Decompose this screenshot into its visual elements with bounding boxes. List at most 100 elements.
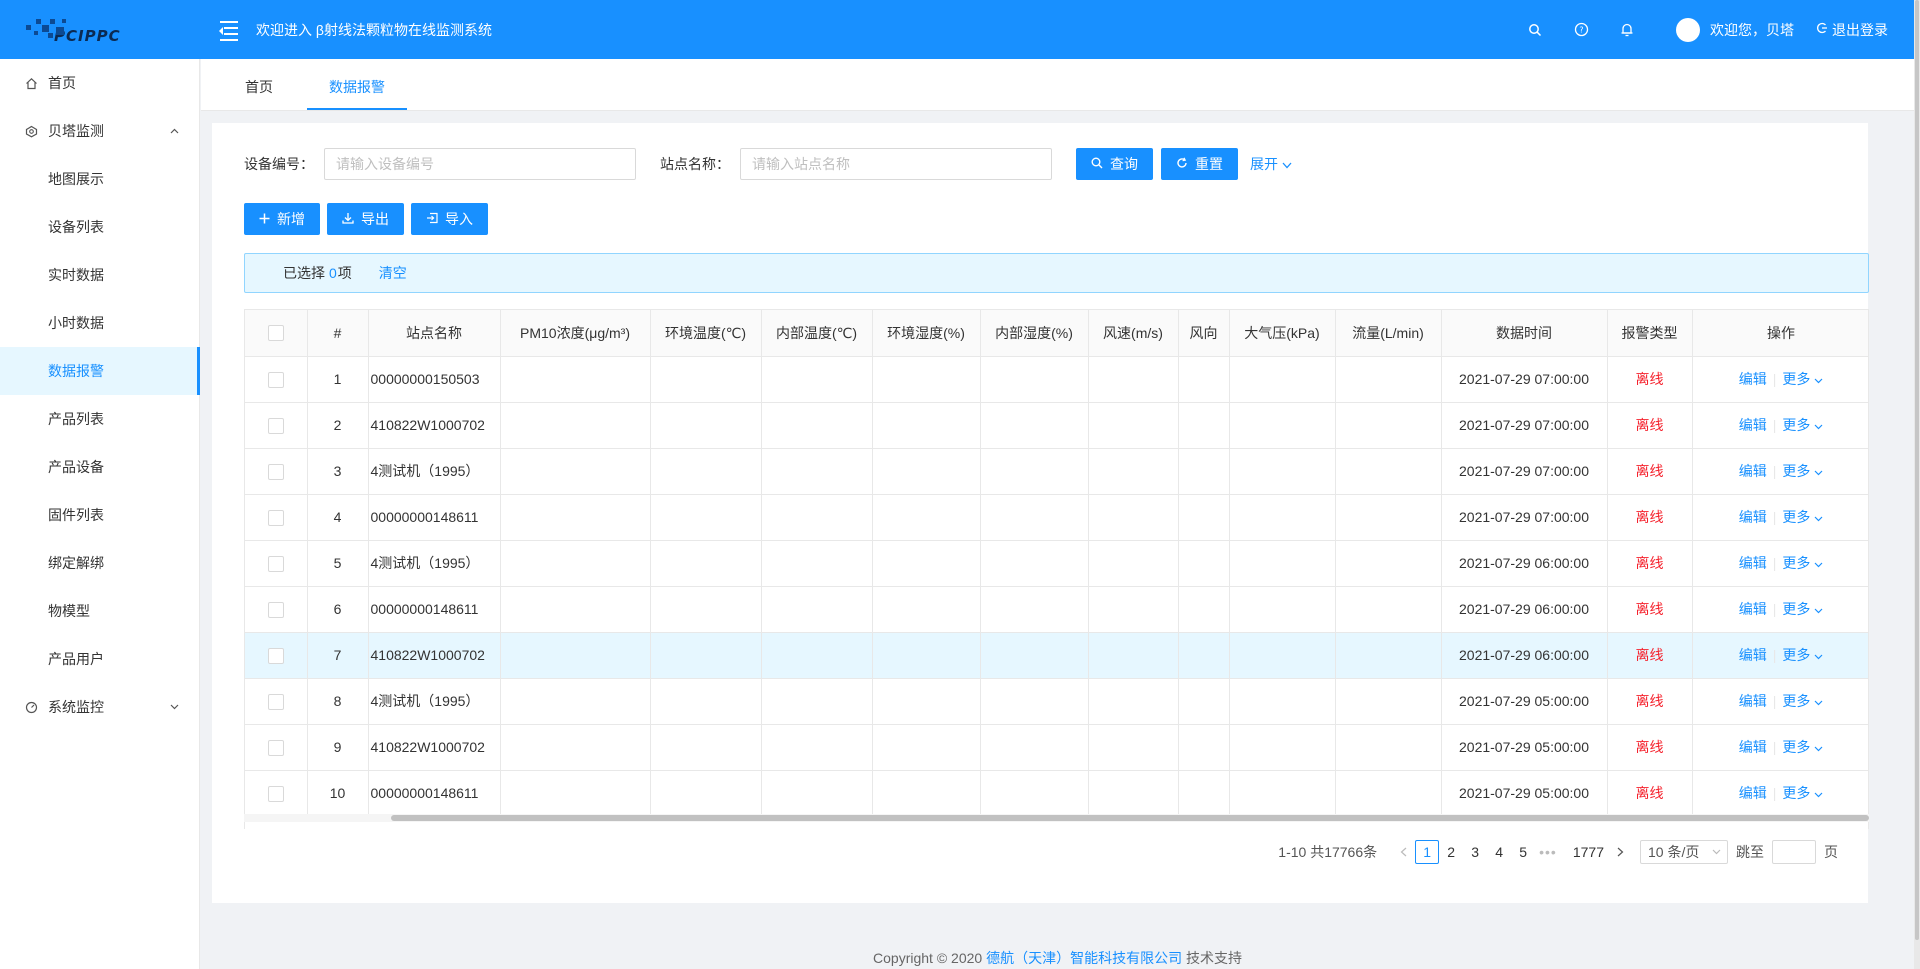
chevron-down-icon xyxy=(1814,417,1823,433)
sidebar-item-map[interactable]: 地图展示 xyxy=(0,155,199,203)
row-checkbox[interactable] xyxy=(267,417,284,434)
chevron-up-icon xyxy=(170,126,179,137)
table-row[interactable]: 7 410822W1000702 2021-07-29 06:00:00 离线 编辑 | 更… xyxy=(245,632,1868,679)
device-id-input[interactable] xyxy=(324,148,636,180)
edit-link[interactable]: 编辑 xyxy=(1739,509,1767,525)
edit-link[interactable]: 编辑 xyxy=(1739,647,1767,663)
scrollbar-thumb[interactable] xyxy=(391,815,1869,821)
search-button[interactable]: 查询 xyxy=(1076,148,1153,180)
add-button[interactable]: 新增 xyxy=(244,203,320,235)
more-dropdown[interactable]: 更多 xyxy=(1782,463,1823,479)
row-checkbox[interactable] xyxy=(267,371,284,388)
footer: Copyright © 2020 德航（天津）智能科技有限公司 技术支持 xyxy=(201,948,1914,968)
more-dropdown[interactable]: 更多 xyxy=(1782,509,1823,525)
page-size-select[interactable]: 10 条/页 xyxy=(1640,840,1728,864)
table-row[interactable]: 5 4测试机（1995） 2021-07-29 06:00:00 离线 编辑 | 更多 xyxy=(245,540,1868,587)
table-row[interactable]: 1 00000000150503 2021-07-29 07:00:00 离线 编辑 | 更… xyxy=(245,356,1868,403)
table-row[interactable]: 6 00000000148611 2021-07-29 06:00:00 离线 编辑 | 更… xyxy=(245,586,1868,633)
sidebar-item-beta-monitor[interactable]: 贝塔监测 xyxy=(0,107,199,155)
data-time-cell: 2021-07-29 07:00:00 xyxy=(1441,448,1608,495)
row-checkbox[interactable] xyxy=(267,509,284,526)
next-page-button[interactable] xyxy=(1608,840,1632,864)
row-checkbox[interactable] xyxy=(267,601,284,618)
edit-link[interactable]: 编辑 xyxy=(1739,739,1767,755)
more-dropdown[interactable]: 更多 xyxy=(1782,739,1823,755)
export-button[interactable]: 导出 xyxy=(327,203,404,235)
edit-link[interactable]: 编辑 xyxy=(1739,417,1767,433)
tab-home[interactable]: 首页 xyxy=(223,66,295,110)
station-name-input[interactable] xyxy=(740,148,1052,180)
clear-selection-link[interactable]: 清空 xyxy=(379,263,407,283)
edit-link[interactable]: 编辑 xyxy=(1739,555,1767,571)
tab-data-alarm[interactable]: 数据报警 xyxy=(307,66,407,110)
help-icon[interactable]: ? xyxy=(1572,21,1590,39)
welcome-text[interactable]: 欢迎您，贝塔 xyxy=(1710,20,1794,40)
more-dropdown[interactable]: 更多 xyxy=(1782,601,1823,617)
page-4[interactable]: 4 xyxy=(1487,840,1511,864)
sidebar-item-bind-unbind[interactable]: 绑定解绑 xyxy=(0,539,199,587)
sidebar-item-thing-model[interactable]: 物模型 xyxy=(0,587,199,635)
row-checkbox[interactable] xyxy=(267,463,284,480)
table-row[interactable]: 9 410822W1000702 2021-07-29 05:00:00 离线 编辑 | 更… xyxy=(245,724,1868,771)
more-dropdown[interactable]: 更多 xyxy=(1782,555,1823,571)
select-all-checkbox[interactable] xyxy=(267,325,284,342)
search-icon[interactable] xyxy=(1526,21,1544,39)
table-row[interactable]: 10 00000000148611 2021-07-29 05:00:00 离线 编辑 |… xyxy=(245,770,1868,817)
more-dropdown[interactable]: 更多 xyxy=(1782,371,1823,387)
sidebar-item-firmware-list[interactable]: 固件列表 xyxy=(0,491,199,539)
table-row[interactable]: 2 410822W1000702 2021-07-29 07:00:00 离线 编辑 | 更… xyxy=(245,402,1868,449)
table-row[interactable]: 3 4测试机（1995） 2021-07-29 07:00:00 离线 编辑 | 更多 xyxy=(245,448,1868,495)
edit-link[interactable]: 编辑 xyxy=(1739,371,1767,387)
bell-icon[interactable] xyxy=(1618,21,1636,39)
sidebar-item-product-device[interactable]: 产品设备 xyxy=(0,443,199,491)
page-last[interactable]: 1777 xyxy=(1569,840,1608,864)
row-checkbox[interactable] xyxy=(267,693,284,710)
prev-page-button[interactable] xyxy=(1391,840,1415,864)
more-pages[interactable]: ••• xyxy=(1535,840,1561,864)
table-horizontal-scrollbar[interactable] xyxy=(244,814,1869,822)
page-scrollbar[interactable] xyxy=(1914,0,1920,969)
edit-link[interactable]: 编辑 xyxy=(1739,785,1767,801)
sidebar-item-device-list[interactable]: 设备列表 xyxy=(0,203,199,251)
page-1[interactable]: 1 xyxy=(1415,840,1440,864)
menu-fold-icon[interactable] xyxy=(218,20,242,41)
expand-toggle[interactable]: 展开 xyxy=(1250,154,1292,174)
row-checkbox[interactable] xyxy=(267,785,284,802)
sidebar-item-product-list[interactable]: 产品列表 xyxy=(0,395,199,443)
more-dropdown[interactable]: 更多 xyxy=(1782,417,1823,433)
company-link[interactable]: 德航（天津）智能科技有限公司 xyxy=(986,950,1182,966)
more-dropdown[interactable]: 更多 xyxy=(1782,647,1823,663)
sidebar-item-data-alarm[interactable]: 数据报警 xyxy=(0,347,200,395)
data-time-cell: 2021-07-29 05:00:00 xyxy=(1441,770,1608,817)
edit-link[interactable]: 编辑 xyxy=(1739,463,1767,479)
sidebar-item-product-user[interactable]: 产品用户 xyxy=(0,635,199,683)
chevron-down-icon xyxy=(1814,601,1823,617)
table-row[interactable]: 8 4测试机（1995） 2021-07-29 05:00:00 离线 编辑 | 更多 xyxy=(245,678,1868,725)
page-5[interactable]: 5 xyxy=(1511,840,1535,864)
sidebar-item-home[interactable]: 首页 xyxy=(0,59,199,107)
jump-page-input[interactable] xyxy=(1772,840,1816,864)
reset-button[interactable]: 重置 xyxy=(1161,148,1238,180)
sidebar-item-system-monitor[interactable]: 系统监控 xyxy=(0,683,199,731)
sidebar-item-hourly-data[interactable]: 小时数据 xyxy=(0,299,199,347)
edit-link[interactable]: 编辑 xyxy=(1739,693,1767,709)
sidebar-item-realtime-data[interactable]: 实时数据 xyxy=(0,251,199,299)
edit-link[interactable]: 编辑 xyxy=(1739,601,1767,617)
logout-button[interactable]: 退出登录 xyxy=(1816,20,1888,40)
row-checkbox[interactable] xyxy=(267,647,284,664)
more-dropdown[interactable]: 更多 xyxy=(1782,785,1823,801)
row-checkbox[interactable] xyxy=(267,555,284,572)
empty-cell xyxy=(500,770,651,817)
search-icon xyxy=(1091,157,1103,172)
more-dropdown[interactable]: 更多 xyxy=(1782,693,1823,709)
empty-cell xyxy=(1335,402,1442,449)
avatar[interactable] xyxy=(1676,17,1700,42)
alarm-type-cell: 离线 xyxy=(1607,678,1693,725)
import-button[interactable]: 导入 xyxy=(411,203,488,235)
table-row[interactable]: 4 00000000148611 2021-07-29 07:00:00 离线 编辑 | 更… xyxy=(245,494,1868,541)
row-checkbox[interactable] xyxy=(267,739,284,756)
page-3[interactable]: 3 xyxy=(1463,840,1487,864)
page-2[interactable]: 2 xyxy=(1439,840,1463,864)
empty-cell xyxy=(1088,448,1179,495)
page-scrollbar-thumb[interactable] xyxy=(1915,0,1919,940)
